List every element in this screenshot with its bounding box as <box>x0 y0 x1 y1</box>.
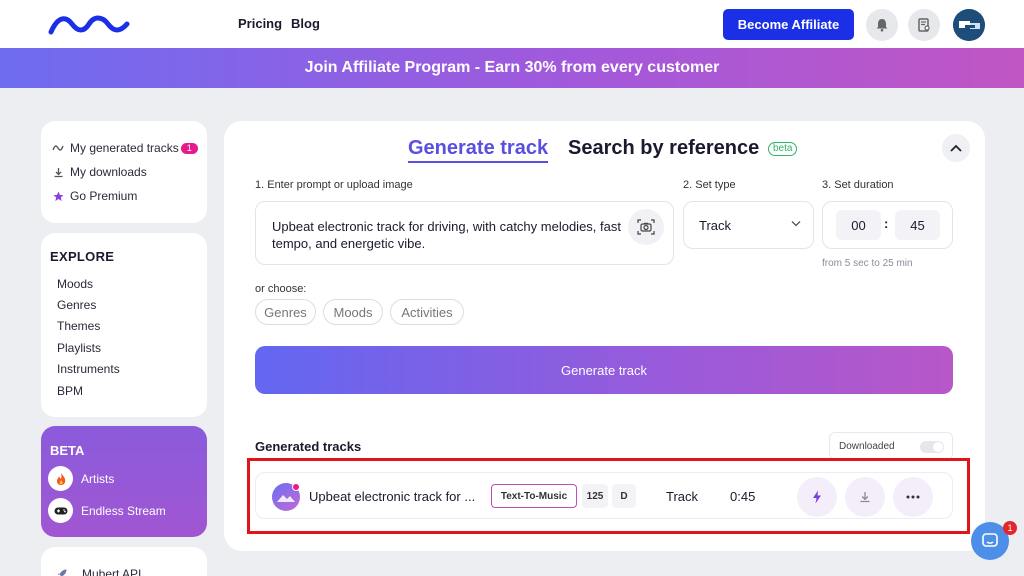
sidebar-item-label: Artists <box>81 471 115 486</box>
license-button[interactable] <box>908 9 940 41</box>
duration-input: 00 : 45 <box>822 201 953 249</box>
beta-heading: BETA <box>50 443 85 458</box>
tab-search-by-reference[interactable]: Search by reference <box>568 137 759 160</box>
camera-icon <box>637 219 655 235</box>
sidebar-explore: EXPLORE Moods Genres Themes Playlists In… <box>41 233 207 417</box>
affiliate-banner-text: Join Affiliate Program - Earn 30% from e… <box>304 59 720 76</box>
chat-unread-badge: 1 <box>1003 521 1017 535</box>
document-search-icon <box>918 18 930 32</box>
or-choose-label: or choose: <box>255 283 307 295</box>
sidebar-item-label: My generated tracks <box>70 141 179 155</box>
sidebar-item-mubert-api[interactable]: Mubert API <box>55 567 141 576</box>
star-icon <box>51 189 65 203</box>
sidebar-item-downloads[interactable]: My downloads <box>51 165 147 179</box>
chevron-down-icon <box>791 221 801 227</box>
nav-pricing[interactable]: Pricing <box>238 16 282 31</box>
notifications-button[interactable] <box>866 9 898 41</box>
downloaded-filter[interactable]: Downloaded <box>829 432 953 460</box>
sidebar-item-go-premium[interactable]: Go Premium <box>51 189 137 203</box>
sidebar-item-label: Go Premium <box>70 189 138 203</box>
type-value: Track <box>699 217 732 233</box>
chat-icon <box>982 533 998 547</box>
generate-track-button[interactable]: Generate track <box>255 346 953 394</box>
gamepad-icon <box>48 498 73 523</box>
duration-hint: from 5 sec to 25 min <box>822 258 913 269</box>
type-label: 2. Set type <box>683 179 736 191</box>
mubert-logo[interactable] <box>48 12 130 36</box>
sidebar-user-menu: My generated tracks 1 My downloads Go Pr… <box>41 121 207 223</box>
top-header: Pricing Blog Become Affiliate <box>0 0 1024 48</box>
rocket-icon <box>55 567 69 576</box>
duration-seconds-field[interactable]: 45 <box>895 210 940 240</box>
sidebar-item-label: My downloads <box>70 165 147 179</box>
duration-separator: : <box>884 216 889 231</box>
become-affiliate-button[interactable]: Become Affiliate <box>723 9 854 40</box>
fire-icon <box>48 466 73 491</box>
avatar-image-icon <box>953 9 985 41</box>
sidebar-item-genres[interactable]: Genres <box>57 298 96 312</box>
affiliate-banner[interactable]: Join Affiliate Program - Earn 30% from e… <box>0 48 1024 88</box>
sidebar-beta: BETA Artists Endless Stream <box>41 426 207 537</box>
explore-heading: EXPLORE <box>50 249 115 264</box>
sidebar-item-instruments[interactable]: Instruments <box>57 362 120 376</box>
upload-image-button[interactable] <box>628 209 664 245</box>
nav-blog[interactable]: Blog <box>291 16 320 31</box>
sidebar-item-moods[interactable]: Moods <box>57 277 93 291</box>
sidebar-item-label: Endless Stream <box>81 503 166 518</box>
sidebar-item-artists[interactable]: Artists <box>48 466 114 491</box>
sidebar-item-label: Mubert API <box>82 567 142 576</box>
prompt-label: 1. Enter prompt or upload image <box>255 179 413 191</box>
downloaded-toggle-switch[interactable] <box>920 441 944 453</box>
prompt-text: Upbeat electronic track for driving, wit… <box>272 219 621 251</box>
type-select[interactable]: Track <box>683 201 814 249</box>
sidebar-item-endless-stream[interactable]: Endless Stream <box>48 498 166 523</box>
downloaded-label: Downloaded <box>839 440 895 452</box>
chevron-up-icon <box>950 144 962 152</box>
sidebar-api: Mubert API <box>41 547 207 576</box>
chip-genres[interactable]: Genres <box>255 299 316 325</box>
bell-icon <box>876 19 888 32</box>
sidebar-item-bpm[interactable]: BPM <box>57 384 83 398</box>
user-avatar[interactable] <box>953 9 985 41</box>
chip-moods[interactable]: Moods <box>323 299 383 325</box>
duration-minutes-field[interactable]: 00 <box>836 210 881 240</box>
wave-icon <box>51 141 65 155</box>
duration-label: 3. Set duration <box>822 179 894 191</box>
sidebar-item-playlists[interactable]: Playlists <box>57 341 101 355</box>
collapse-button[interactable] <box>942 134 970 162</box>
chip-activities[interactable]: Activities <box>390 299 464 325</box>
sidebar-item-themes[interactable]: Themes <box>57 319 100 333</box>
download-icon <box>51 165 65 179</box>
highlight-box <box>247 458 970 534</box>
tab-generate-track[interactable]: Generate track <box>408 137 549 163</box>
prompt-input[interactable]: Upbeat electronic track for driving, wit… <box>255 201 674 265</box>
generated-count-badge: 1 <box>180 142 198 154</box>
beta-tag: beta <box>768 142 798 156</box>
sidebar-item-generated-tracks[interactable]: My generated tracks 1 <box>51 141 198 155</box>
generated-tracks-heading: Generated tracks <box>255 439 362 454</box>
